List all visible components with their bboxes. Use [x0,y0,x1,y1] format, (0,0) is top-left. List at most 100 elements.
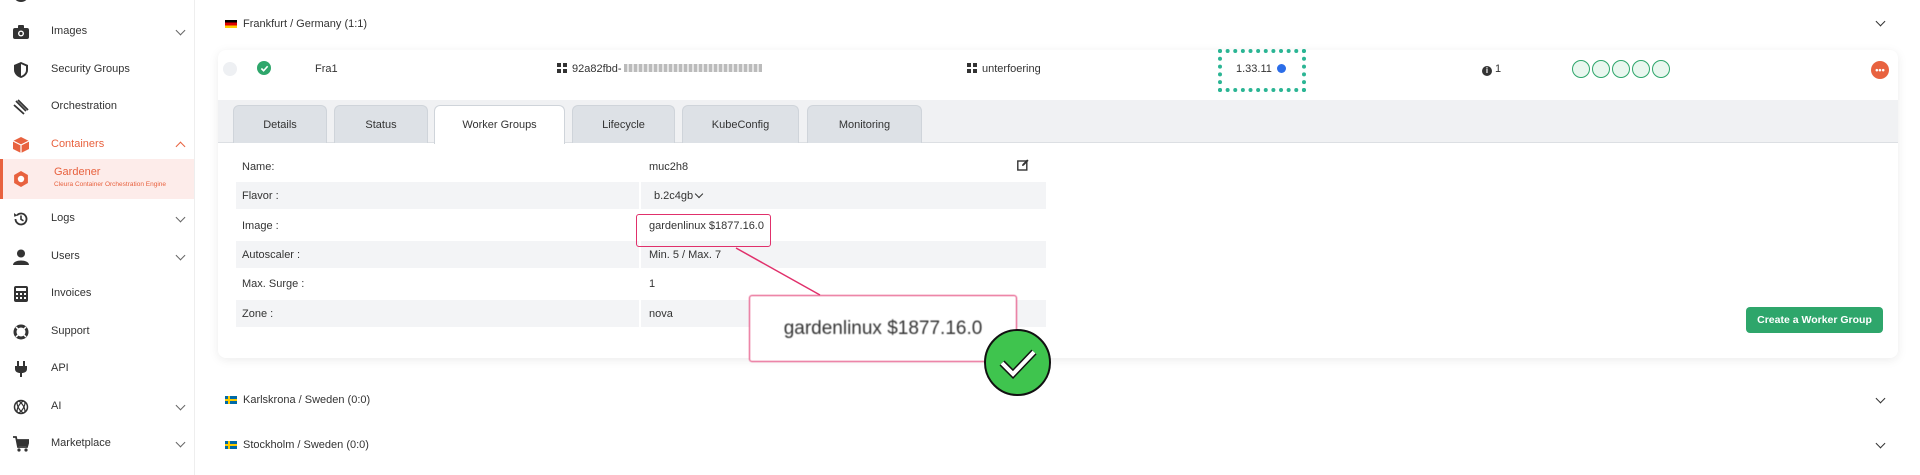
user-icon [13,249,29,265]
region-title: Stockholm / Sweden (0:0) [243,439,369,451]
gear-feature-icon[interactable] [1652,60,1670,78]
image-value-highlight [636,214,771,247]
sidebar-item-images[interactable]: Images [0,16,194,46]
sidebar-item-orchestration[interactable]: Orchestration [0,91,194,121]
camera-icon [13,24,29,40]
version-text: 1.33.11 [1236,63,1272,75]
sidebar-item-label: API [51,362,69,374]
tab-status[interactable]: Status [334,105,428,143]
sidebar: Images Security Groups Orchestration Con… [0,0,195,475]
list-feature-icon[interactable] [1572,60,1590,78]
row-value: Min. 5 / Max. 7 [649,249,722,261]
chevron-down-icon[interactable] [1875,393,1886,404]
chevron-down-icon[interactable] [1875,438,1886,449]
project-name: unterfoering [967,63,1041,75]
more-actions-button[interactable]: ••• [1871,61,1889,79]
row-key: Zone : [242,308,274,320]
sidebar-item-support[interactable]: Support [0,316,194,346]
flavor-select[interactable]: b.2c4gb [654,189,704,202]
chevron-down-icon[interactable] [175,437,186,448]
dashboard-feature-icon[interactable] [1592,60,1610,78]
sidebar-item-label: Invoices [51,287,92,299]
region-header-frankfurt[interactable]: Frankfurt / Germany (1:1) [225,18,367,30]
sidebar-item-invoices[interactable]: Invoices [0,278,194,308]
upgrade-available-icon[interactable] [1276,64,1286,73]
sidebar-item-label: Logs [51,212,75,224]
sidebar-item-label: Users [51,250,80,262]
sidebar-item-marketplace[interactable]: Marketplace [0,428,194,458]
sidebar-item-gardener[interactable]: Gardener Cleura Container Orchestration … [0,159,194,199]
k8s-version: 1.33.11 [1236,63,1286,75]
sidebar-item-sublabel: Cleura Container Orchestration Engine [54,181,167,188]
calculator-icon [13,286,29,302]
sidebar-item-containers[interactable]: Containers [0,129,194,159]
chevron-down-icon[interactable] [175,400,186,411]
sidebar-item-logs[interactable]: Logs [0,203,194,233]
region-header-stockholm[interactable]: Stockholm / Sweden (0:0) [225,439,369,451]
tab-details[interactable]: Details [233,105,327,143]
edit-icon[interactable] [1017,159,1029,174]
chevron-down-icon[interactable] [175,250,186,261]
container-icon [13,137,29,153]
zoom-callout: gardenlinux $1877.16.0 [749,295,1017,362]
row-value: 1 [649,278,656,290]
settings-feature-icon[interactable] [1612,60,1630,78]
create-worker-group-button[interactable]: Create a Worker Group [1746,307,1883,333]
chevron-down-icon[interactable] [175,212,186,223]
sidebar-item-label: Marketplace [51,437,111,449]
partial-icon [13,0,29,2]
tab-lifecycle[interactable]: Lifecycle [572,105,675,143]
row-key: Image : [242,220,279,232]
chevron-down-icon[interactable] [175,25,186,36]
sidebar-item-api[interactable]: API [0,353,194,383]
column-divider [639,182,641,209]
grid-icon [557,63,567,73]
chevron-up-icon[interactable] [175,141,186,152]
row-key: Name: [242,161,275,173]
row-value: nova [649,308,673,320]
germany-flag-icon [225,20,237,28]
select-radio[interactable] [223,62,237,76]
chevron-down-icon[interactable] [1875,16,1886,27]
tab-worker-groups[interactable]: Worker Groups [434,105,565,144]
cluster-id: 92a82fbd- [557,63,762,75]
sidebar-item-ai[interactable]: AI [0,391,194,421]
sidebar-item-label: Containers [51,138,105,150]
plug-icon [13,361,29,377]
column-divider [639,300,641,327]
sweden-flag-icon [225,441,237,449]
row-key: Max. Surge : [242,278,305,290]
region-title: Frankfurt / Germany (1:1) [243,18,368,30]
history-icon [13,211,29,227]
sidebar-item-users[interactable]: Users [0,241,194,271]
table-row: Name: muc2h8 [236,153,1046,180]
row-value: muc2h8 [649,161,689,173]
tab-kubeconfig[interactable]: KubeConfig [682,105,799,143]
tab-monitoring[interactable]: Monitoring [807,105,922,143]
region-title: Karlskrona / Sweden (0:0) [243,394,371,406]
sidebar-item-security-groups[interactable]: Security Groups [0,54,194,84]
cluster-name[interactable]: Fra1 [315,63,338,75]
flavor-value: b.2c4gb [654,190,694,202]
shield-icon [13,62,29,78]
lifebuoy-icon [13,324,29,340]
redacted-id [623,64,762,72]
status-ok-icon [257,61,271,75]
orchestration-icon [13,99,29,115]
sidebar-item-label: Gardener [54,166,101,178]
row-key: Autoscaler : [242,249,301,261]
region-header-karlskrona[interactable]: Karlskrona / Sweden (0:0) [225,394,370,406]
sidebar-item-label: Security Groups [51,63,130,75]
sidebar-item-label: AI [51,400,62,412]
sidebar-item-label: Orchestration [51,100,118,112]
sidebar-item-label: Support [51,325,90,337]
table-row: Max. Surge : 1 [236,270,1046,297]
gardener-icon [13,171,29,187]
sidebar-item-label: Images [51,25,88,37]
cart-icon [13,436,29,452]
grid-icon [967,63,977,73]
network-feature-icon[interactable] [1632,60,1650,78]
chevron-down-icon [694,189,704,199]
ai-icon [13,399,29,415]
project-text: unterfoering [982,63,1041,75]
